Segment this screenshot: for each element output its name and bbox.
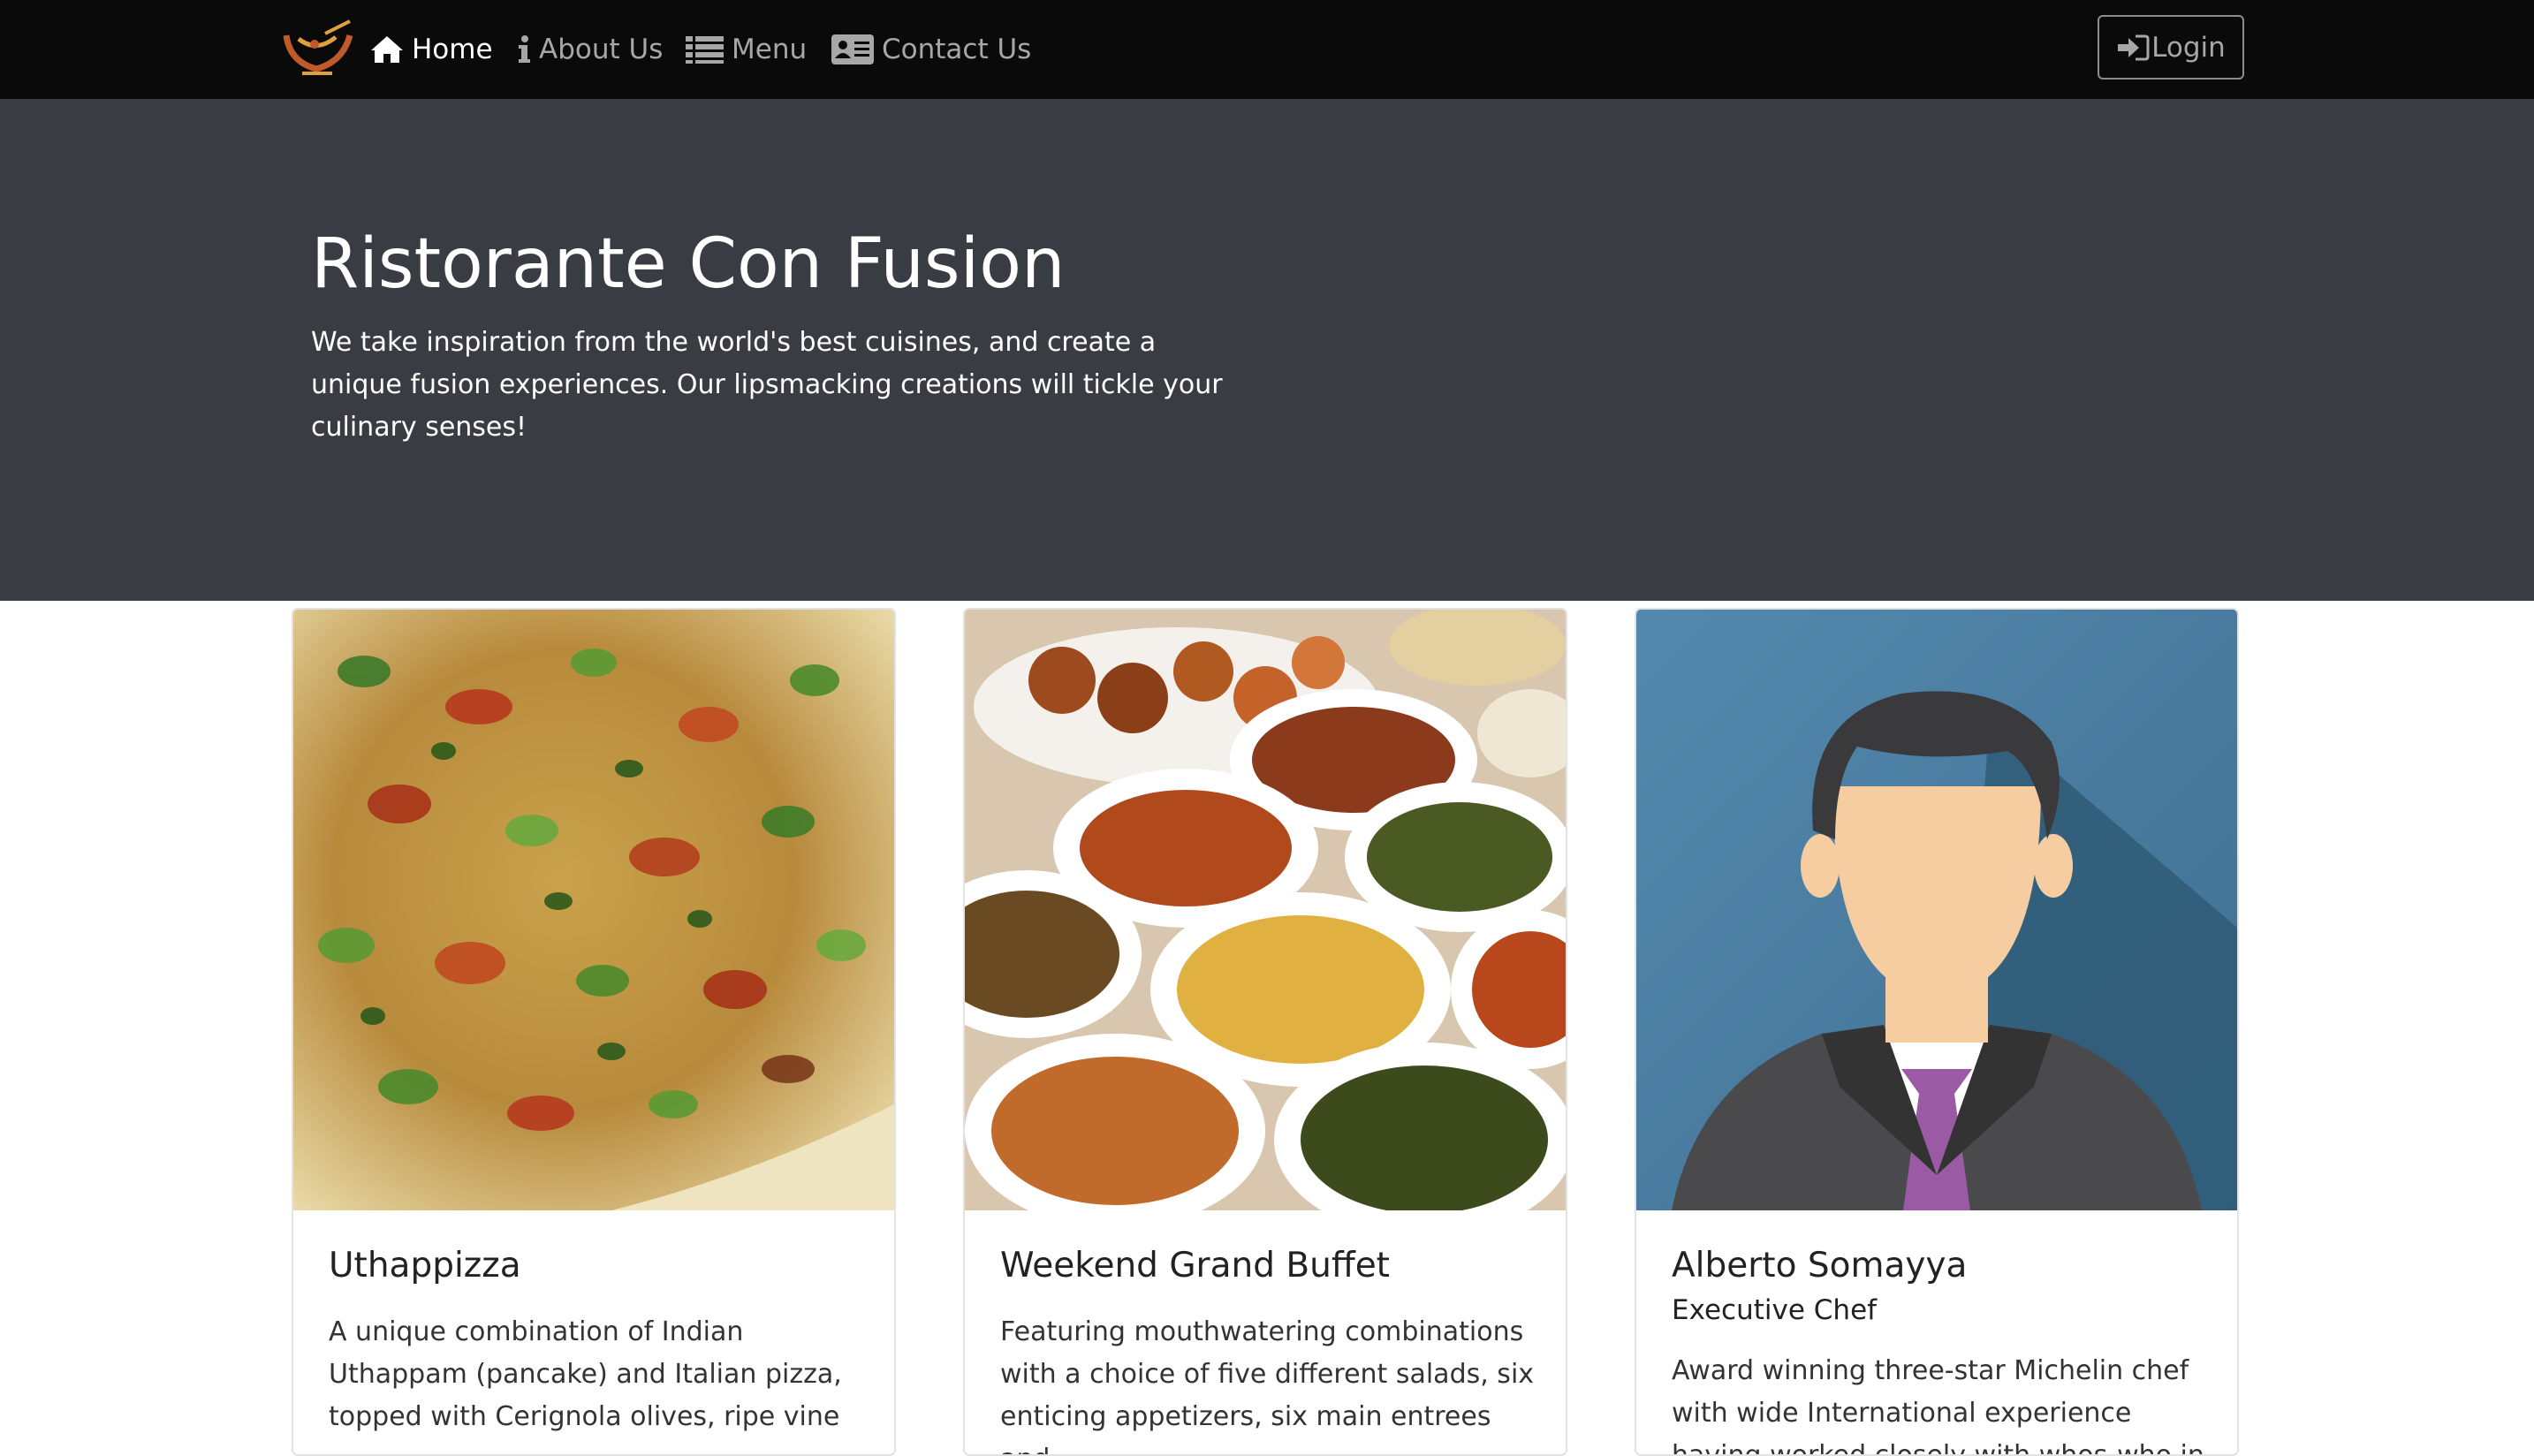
- card-description: A unique combination of Indian Uthappam …: [329, 1316, 842, 1432]
- nav-about-us[interactable]: About Us: [516, 0, 663, 99]
- chef-avatar-image: [1636, 610, 2237, 1210]
- sign-in-icon: [2118, 34, 2150, 60]
- hero-title: Ristorante Con Fusion: [311, 224, 1066, 304]
- card-description: Award winning three-star Michelin chef w…: [1672, 1355, 2204, 1456]
- hero-description: We take inspiration from the world's bes…: [311, 327, 1223, 443]
- restaurant-logo[interactable]: [281, 18, 355, 80]
- card-title: Alberto Somayya: [1672, 1246, 1968, 1285]
- dish-card-uthappizza[interactable]: Uthappizza A unique combination of India…: [292, 608, 896, 1456]
- pizza-image: [293, 610, 894, 1210]
- address-card-icon: [831, 34, 874, 64]
- login-button[interactable]: Login: [2098, 15, 2244, 80]
- nav-menu-label: Menu: [732, 34, 808, 65]
- nav-menu[interactable]: Menu: [686, 0, 807, 99]
- nav-home-label: Home: [412, 34, 493, 65]
- card-title: Weekend Grand Buffet: [1000, 1246, 1390, 1285]
- card-subtitle: Executive Chef: [1672, 1294, 1878, 1326]
- nav-about-label: About Us: [539, 34, 664, 65]
- nav-contact-us[interactable]: Contact Us: [831, 0, 1031, 99]
- promotion-card-buffet[interactable]: Weekend Grand Buffet Featuring mouthwate…: [963, 608, 1567, 1456]
- navbar: Home About Us Menu Contact Us Login: [0, 0, 2534, 99]
- jumbotron: Ristorante Con Fusion We take inspiratio…: [0, 99, 2534, 601]
- nav-home[interactable]: Home: [369, 0, 493, 99]
- home-icon: [371, 36, 403, 63]
- card-title: Uthappizza: [329, 1246, 521, 1285]
- login-label: Login: [2151, 31, 2226, 64]
- info-icon: [519, 35, 530, 63]
- card-description: Featuring mouthwatering combinations wit…: [1000, 1316, 1535, 1454]
- nav-contact-label: Contact Us: [882, 34, 1032, 65]
- list-icon: [686, 36, 724, 64]
- leader-card-alberto[interactable]: Alberto Somayya Executive Chef Award win…: [1635, 608, 2239, 1456]
- buffet-image: [965, 610, 1566, 1210]
